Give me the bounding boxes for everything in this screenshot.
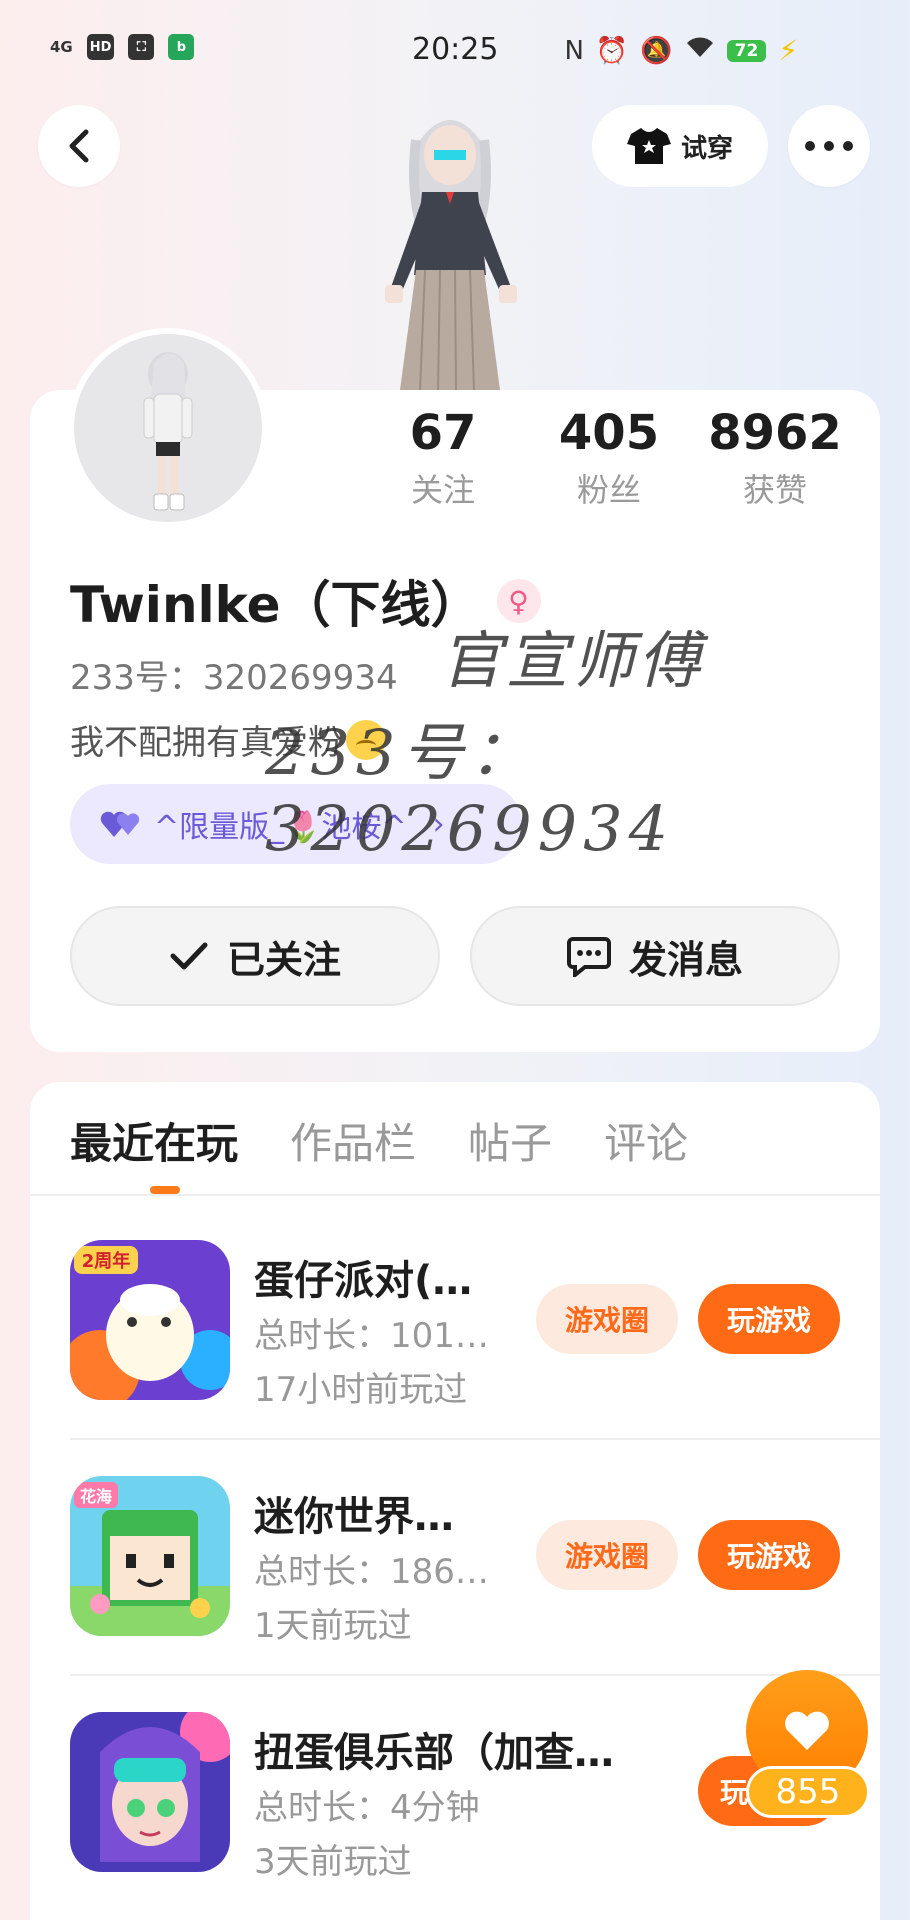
game-icon-badge: 2周年 [82, 1250, 131, 1272]
send-message-label: 发消息 [628, 937, 743, 982]
chevron-left-icon [69, 129, 89, 163]
double-heart-icon [100, 811, 140, 837]
stat-likes[interactable]: 8962 获赞 [692, 405, 858, 511]
tab-recently-played[interactable]: 最近在玩 [70, 1110, 238, 1171]
chat-bubble-icon [566, 937, 611, 977]
heart-icon [785, 1711, 829, 1750]
stat-likes-label: 获赞 [742, 471, 807, 509]
like-count: 855 [746, 1766, 870, 1818]
try-on-label: 试穿 [680, 133, 733, 164]
title-badge[interactable]: ^限量版_🌷池桉^ › [70, 784, 522, 864]
stat-likes-value: 8962 [708, 405, 842, 461]
upside-down-face-emoji-icon [346, 719, 386, 760]
stat-following-label: 关注 [410, 471, 475, 509]
stat-followers[interactable]: 405 粉丝 [526, 405, 692, 511]
game-row[interactable]: 2周年 蛋仔派对(… 总时长：101… 17小时前玩过 游戏圈 玩游戏 [70, 1240, 880, 1476]
bio-text: 我不配拥有真爱粉 [70, 723, 342, 763]
game-duration: 总时长：4分钟 [254, 1788, 480, 1828]
more-options-button[interactable] [788, 105, 870, 187]
stat-following-value: 67 [409, 405, 477, 461]
profile-tabs: 最近在玩 作品栏 帖子 评论 [70, 1110, 688, 1171]
tab-comments[interactable]: 评论 [604, 1110, 688, 1171]
stats-row: 67 关注 405 粉丝 8962 获赞 [360, 405, 860, 511]
back-button[interactable] [38, 105, 120, 187]
avatar-3d-character [385, 120, 517, 391]
game-last-played: 1天前玩过 [254, 1606, 412, 1646]
game-duration: 总时长：101… [254, 1316, 489, 1356]
tab-works[interactable]: 作品栏 [290, 1110, 416, 1171]
game-row[interactable]: 花海 迷你世界… 总时长：186… 1天前玩过 游戏圈 玩游戏 [70, 1476, 880, 1712]
tabs-divider [30, 1194, 880, 1196]
try-on-button[interactable]: 试穿 [592, 105, 768, 187]
game-icon-gacha-club[interactable] [70, 1712, 230, 1872]
game-circle-button[interactable]: 游戏圈 [536, 1520, 678, 1590]
send-message-button[interactable]: 发消息 [470, 906, 840, 1006]
screen-record-icon: ⛶ [128, 34, 155, 60]
play-game-button[interactable]: 玩游戏 [698, 1520, 840, 1590]
game-circle-button[interactable]: 游戏圈 [536, 1284, 678, 1354]
game-last-played: 3天前玩过 [254, 1842, 412, 1882]
shirt-icon [626, 128, 671, 164]
status-bar: 4G HD ⛶ b 20:25 N ⏰ 🔕 72 ⚡ [0, 0, 910, 100]
mute-icon: 🔕 [640, 35, 673, 66]
battery-indicator: 72 [726, 39, 767, 62]
active-tab-indicator [150, 1186, 180, 1194]
app-notification-icon: b [168, 34, 195, 60]
row-divider [70, 1438, 880, 1440]
game-icon-badge: 花海 [80, 1487, 112, 1506]
play-game-label: 玩 [720, 1776, 749, 1809]
username: Twinlke（下线） [70, 576, 481, 634]
signal-indicator: 4G [50, 38, 73, 56]
game-duration: 总时长：186… [254, 1552, 489, 1592]
charging-icon: ⚡ [778, 34, 798, 67]
female-gender-icon: ♀ [496, 579, 541, 623]
tab-posts[interactable]: 帖子 [468, 1110, 552, 1171]
chevron-right-icon: › [432, 806, 445, 842]
avatar[interactable] [68, 328, 268, 528]
more-dots-icon [805, 141, 853, 151]
game-icon-eggy-party[interactable]: 2周年 [70, 1240, 230, 1400]
nfc-icon: N [564, 35, 584, 66]
clock: 20:25 [412, 32, 499, 67]
game-last-played: 17小时前玩过 [254, 1370, 468, 1410]
alarm-icon: ⏰ [595, 35, 629, 66]
wifi-icon [685, 35, 715, 66]
followed-button[interactable]: 已关注 [70, 906, 440, 1006]
user-id: 233号：320269934 [70, 658, 398, 698]
game-icon-mini-world[interactable]: 花海 [70, 1476, 230, 1636]
checkmark-icon [170, 942, 208, 970]
bio: 我不配拥有真爱粉 [70, 715, 386, 764]
play-game-button[interactable]: 玩游戏 [698, 1284, 840, 1354]
game-title: 迷你世界… [254, 1494, 454, 1540]
game-title: 蛋仔派对(… [254, 1258, 473, 1304]
username-row: Twinlke（下线） ♀ [70, 565, 541, 637]
game-title: 扭蛋俱乐部（加查… [254, 1730, 614, 1776]
followed-label: 已关注 [226, 937, 341, 982]
hd-icon: HD [86, 34, 115, 60]
stat-followers-value: 405 [558, 405, 660, 461]
title-badge-label: ^限量版_🌷池桉^ [154, 810, 407, 845]
row-divider [70, 1674, 880, 1676]
stat-following[interactable]: 67 关注 [360, 405, 526, 511]
stat-followers-label: 粉丝 [576, 471, 641, 509]
avatar-figure [143, 352, 193, 511]
